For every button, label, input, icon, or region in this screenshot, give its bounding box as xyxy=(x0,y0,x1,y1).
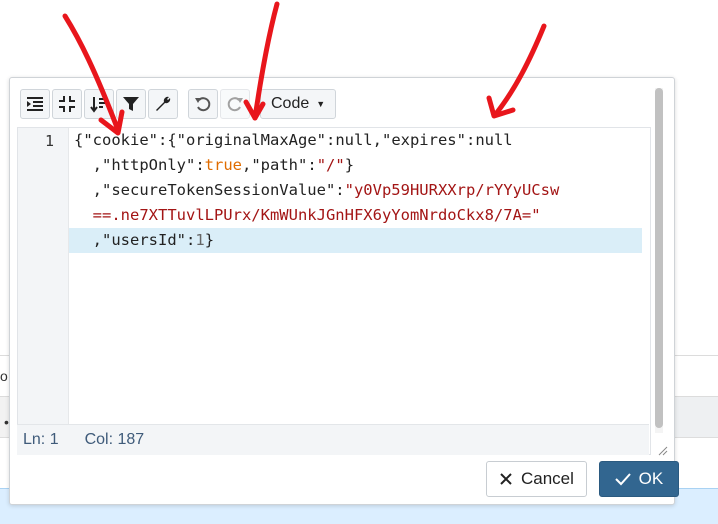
code-line[interactable]: ==.ne7XTTuvlLPUrx/KmWUnkJGnHFX6yYomNrdoC… xyxy=(69,203,642,228)
scrollbar-thumb[interactable] xyxy=(655,88,663,428)
json-editor-dialog: Code ▼ 1 {"cookie":{"originalMaxAge":nul… xyxy=(9,77,679,505)
mode-select[interactable]: Code ▼ xyxy=(260,89,337,119)
close-icon xyxy=(500,473,512,485)
background-row xyxy=(672,397,718,438)
background-text-fragment: o xyxy=(0,368,8,384)
code-token: "secureTokenSessionValue" xyxy=(102,181,336,199)
code-content[interactable]: {"cookie":{"originalMaxAge":null,"expire… xyxy=(69,128,642,253)
cancel-button[interactable]: Cancel xyxy=(486,461,587,497)
code-line[interactable]: ,"usersId":1} xyxy=(69,228,642,253)
code-token: { xyxy=(74,131,84,149)
code-token: } xyxy=(344,156,355,174)
line-number: 1 xyxy=(44,132,54,150)
ok-button[interactable]: OK xyxy=(598,461,679,497)
code-token: true xyxy=(204,156,242,174)
code-token: 1 xyxy=(195,231,205,249)
check-icon xyxy=(614,473,631,486)
code-token: , xyxy=(74,181,102,199)
code-editor[interactable]: 1 {"cookie":{"originalMaxAge":null,"expi… xyxy=(17,127,651,455)
code-token: "expires" xyxy=(381,131,466,149)
format-indent-button[interactable] xyxy=(20,89,50,119)
code-token: } xyxy=(204,231,215,249)
background-row xyxy=(672,355,718,397)
code-token: "path" xyxy=(251,156,308,174)
editor-statusbar: Ln: 1 Col: 187 xyxy=(17,424,649,455)
code-token: : xyxy=(195,156,205,174)
undo-icon xyxy=(195,97,211,112)
code-token: : xyxy=(335,181,345,199)
dialog-actions: Cancel OK xyxy=(474,461,679,497)
code-token: "/" xyxy=(316,156,345,174)
code-token: :null xyxy=(465,131,513,149)
repair-button[interactable] xyxy=(148,89,178,119)
code-token: , xyxy=(74,156,102,174)
cursor-line: Ln: 1 xyxy=(23,431,59,448)
code-token: : xyxy=(186,231,196,249)
code-token: "usersId" xyxy=(102,231,186,249)
code-token: "cookie" xyxy=(83,131,158,149)
collapse-icon xyxy=(59,96,75,112)
cancel-label: Cancel xyxy=(521,469,574,488)
chevron-down-icon: ▼ xyxy=(316,99,326,109)
undo-button[interactable] xyxy=(188,89,218,119)
line-number-gutter: 1 xyxy=(18,128,69,454)
compact-button[interactable] xyxy=(52,89,82,119)
editor-toolbar: Code ▼ xyxy=(20,88,337,120)
code-token: "originalMaxAge" xyxy=(176,131,326,149)
filter-icon xyxy=(123,97,139,111)
redo-icon xyxy=(227,97,243,112)
code-token: , xyxy=(74,231,102,249)
code-line[interactable]: ,"secureTokenSessionValue":"y0Vp59HURXXr… xyxy=(69,178,642,203)
resize-grip-icon[interactable] xyxy=(656,444,668,456)
indent-icon xyxy=(27,97,43,111)
sort-button[interactable] xyxy=(84,89,114,119)
sort-icon xyxy=(90,97,107,113)
wrench-icon xyxy=(156,96,171,111)
code-token: "httpOnly" xyxy=(102,156,196,174)
code-line[interactable]: ,"httpOnly":true,"path":"/"} xyxy=(69,153,642,178)
ok-label: OK xyxy=(638,469,664,488)
code-token: :null, xyxy=(325,131,382,149)
cursor-column: Col: 187 xyxy=(84,431,145,448)
code-line[interactable]: {"cookie":{"originalMaxAge":null,"expire… xyxy=(69,128,642,153)
editor-scrollbar[interactable] xyxy=(655,88,663,433)
mode-select-label: Code xyxy=(271,95,310,112)
redo-button[interactable] xyxy=(220,89,250,119)
code-token: , xyxy=(242,156,252,174)
code-token: : xyxy=(307,156,317,174)
code-token: ==.ne7XTTuvlLPUrx/KmWUnkJGnHFX6yYomNrdoC… xyxy=(74,206,541,224)
code-token: :{ xyxy=(158,131,177,149)
code-token: "y0Vp59HURXXrp/rYYyUCsw xyxy=(344,181,560,199)
filter-button[interactable] xyxy=(116,89,146,119)
